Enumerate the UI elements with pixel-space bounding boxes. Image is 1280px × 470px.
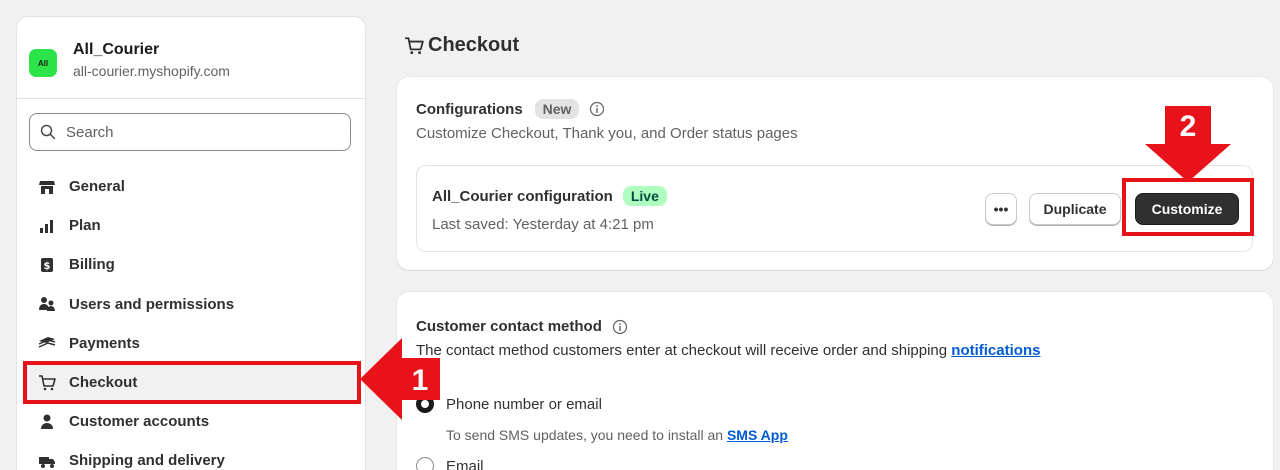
- users-icon: [37, 294, 57, 314]
- payments-icon: [37, 333, 57, 353]
- new-badge: New: [534, 99, 580, 119]
- settings-sidebar: All All_Courier all-courier.myshopify.co…: [16, 16, 366, 470]
- page-title-text: Checkout: [428, 34, 520, 56]
- sidebar-item-payments[interactable]: Payments: [25, 324, 359, 363]
- sidebar-item-label: Plan: [69, 217, 101, 235]
- contact-method-description: The contact method customers enter at ch…: [416, 342, 1040, 359]
- configurations-heading: Configurations New: [416, 99, 605, 119]
- sidebar-item-label: Shipping and delivery: [69, 452, 225, 470]
- sidebar-item-customer-accounts[interactable]: Customer accounts: [25, 402, 359, 441]
- store-domain: all-courier.myshopify.com: [73, 63, 230, 79]
- store-avatar: All: [29, 49, 57, 77]
- radio-unselected-icon[interactable]: [416, 457, 434, 470]
- search-input[interactable]: [66, 123, 326, 141]
- sidebar-item-label: General: [69, 178, 125, 196]
- sms-help-prefix: To send SMS updates, you need to install…: [446, 427, 727, 443]
- duplicate-button[interactable]: Duplicate: [1029, 193, 1121, 225]
- cart-icon: [37, 373, 57, 393]
- cart-icon: [405, 36, 424, 54]
- notifications-link[interactable]: notifications: [951, 342, 1040, 359]
- store-name: All_Courier: [73, 41, 160, 58]
- sidebar-item-checkout[interactable]: Checkout: [23, 360, 361, 405]
- info-icon[interactable]: [589, 101, 605, 117]
- search-icon: [40, 124, 56, 140]
- sidebar-item-label: Payments: [69, 334, 140, 352]
- configuration-heading: All_Courier configuration Live: [432, 186, 667, 206]
- configurations-title: Configurations: [416, 100, 523, 118]
- plan-icon: [37, 216, 57, 236]
- radio-label: Email: [446, 457, 484, 470]
- svg-text:$: $: [44, 261, 51, 272]
- contact-method-title: Customer contact method: [416, 318, 602, 335]
- step-1-number: 1: [412, 364, 429, 397]
- more-actions-button[interactable]: •••: [985, 193, 1017, 225]
- step-2-number: 2: [1180, 110, 1197, 143]
- step-2-arrow: 2: [1145, 106, 1231, 182]
- step-1-arrow: 1: [360, 338, 440, 420]
- configurations-card: Configurations New Customize Checkout, T…: [397, 77, 1273, 270]
- truck-icon: [37, 451, 57, 470]
- sidebar-item-general[interactable]: General: [25, 167, 359, 206]
- search-box[interactable]: [29, 113, 351, 151]
- configurations-description: Customize Checkout, Thank you, and Order…: [416, 125, 798, 142]
- person-icon: [37, 412, 57, 432]
- contact-description-text: The contact method customers enter at ch…: [416, 342, 952, 359]
- billing-icon: $: [37, 255, 57, 275]
- store-header[interactable]: All All_Courier all-courier.myshopify.co…: [17, 17, 365, 99]
- sidebar-item-billing[interactable]: $ Billing: [25, 245, 359, 284]
- sidebar-item-plan[interactable]: Plan: [25, 206, 359, 245]
- sidebar-item-label: Billing: [69, 256, 115, 274]
- sidebar-item-label: Users and permissions: [69, 295, 235, 313]
- info-icon[interactable]: [612, 319, 628, 335]
- store-icon: [37, 177, 57, 197]
- radio-label: Phone number or email: [446, 395, 602, 413]
- radio-email[interactable]: Email: [416, 457, 484, 470]
- radio-phone-or-email[interactable]: Phone number or email: [416, 395, 602, 413]
- sms-help-text: To send SMS updates, you need to install…: [446, 427, 788, 443]
- configuration-name: All_Courier configuration: [432, 187, 613, 205]
- status-badge: Live: [622, 186, 667, 206]
- page-title: Checkout: [404, 34, 519, 57]
- last-saved-text: Last saved: Yesterday at 4:21 pm: [432, 216, 654, 233]
- sms-app-link[interactable]: SMS App: [727, 427, 788, 443]
- sidebar-item-label: Checkout: [69, 374, 138, 392]
- sidebar-item-label: Customer accounts: [69, 413, 210, 431]
- sidebar-item-users[interactable]: Users and permissions: [25, 285, 359, 324]
- settings-nav: General Plan $ Billing Users and permiss…: [23, 167, 361, 470]
- customer-contact-card: Customer contact method The contact meth…: [397, 292, 1273, 470]
- contact-method-heading: Customer contact method: [416, 318, 628, 335]
- sidebar-item-shipping[interactable]: Shipping and delivery: [25, 441, 359, 470]
- customize-highlight-box: [1122, 178, 1254, 236]
